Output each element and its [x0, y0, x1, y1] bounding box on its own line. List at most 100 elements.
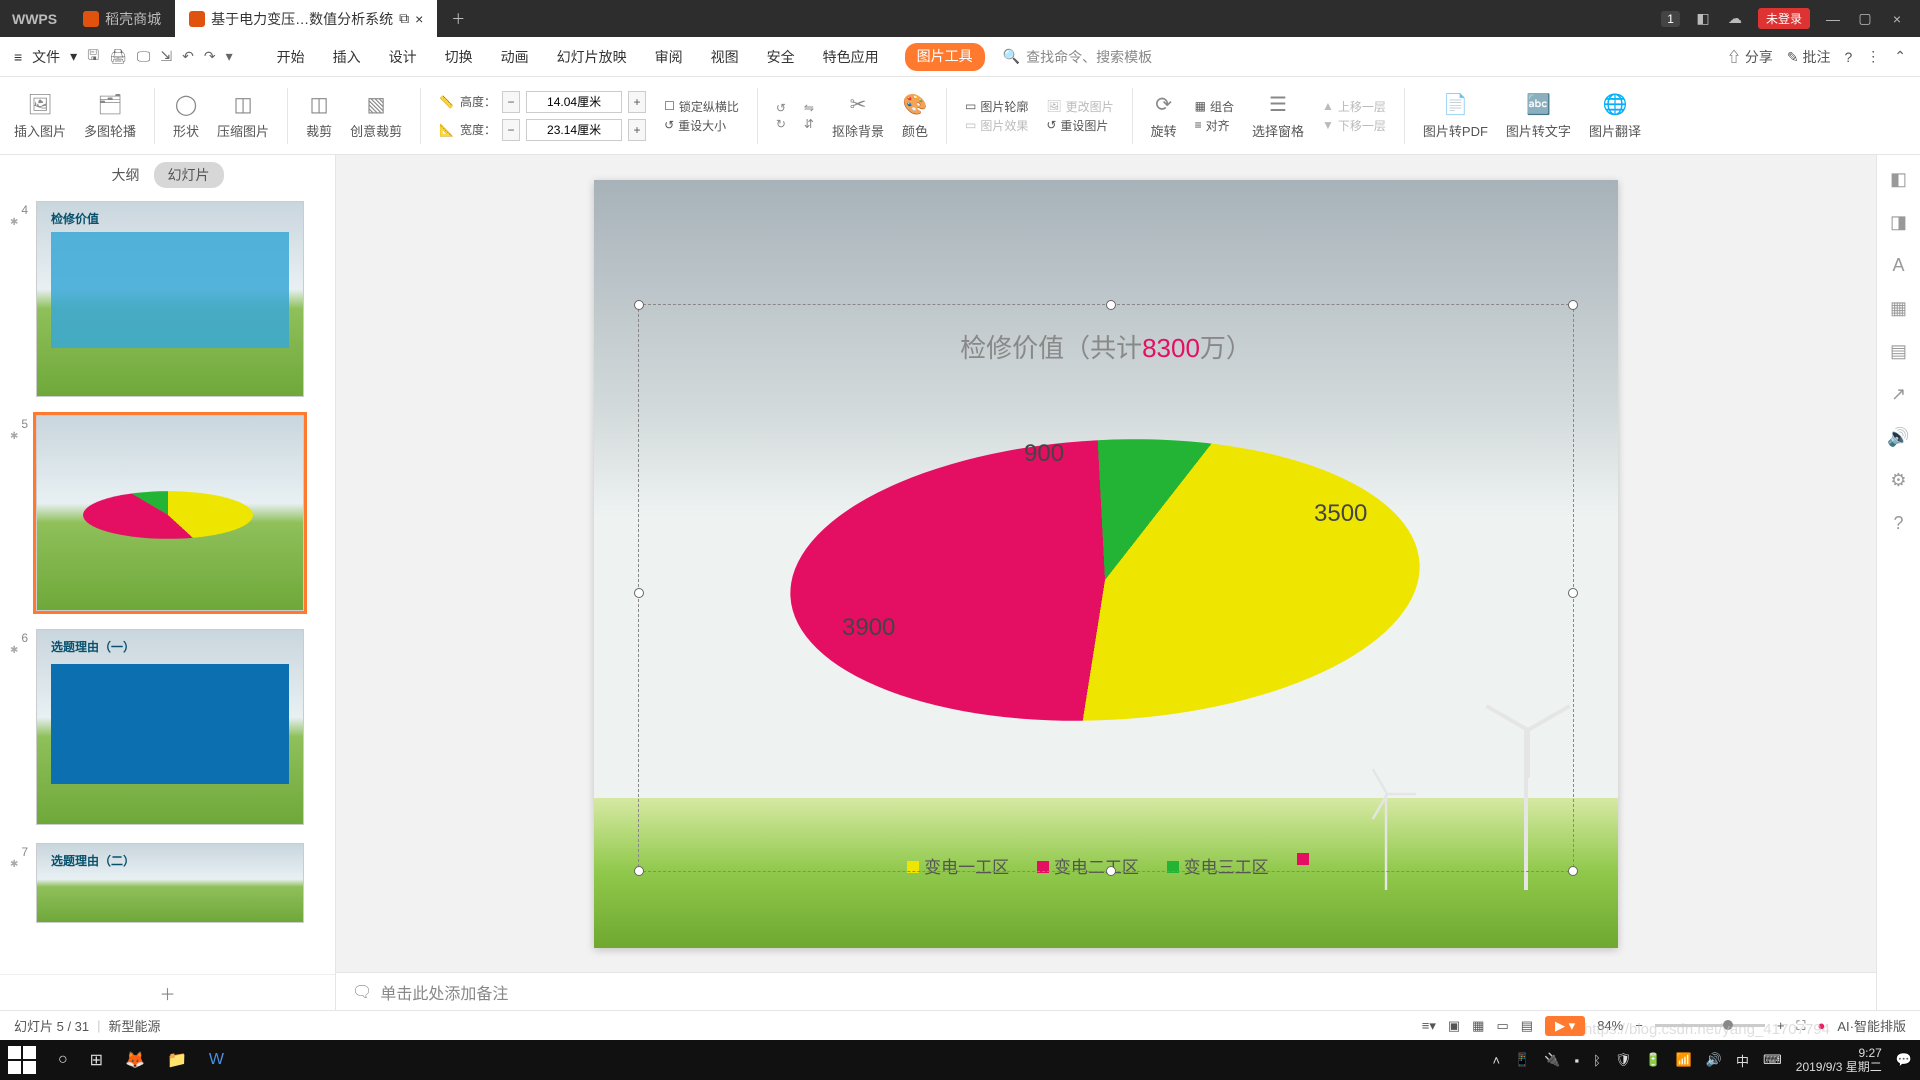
minimize-icon[interactable]: —	[1824, 11, 1842, 27]
cloud-icon[interactable]: ☁	[1726, 10, 1744, 27]
redo-icon[interactable]: ↷	[204, 48, 216, 65]
width-input[interactable]	[526, 119, 622, 141]
print-icon[interactable]: 🖨	[109, 48, 127, 65]
close-icon[interactable]: ×	[1888, 11, 1906, 27]
tray-bluetooth-icon[interactable]: ᛒ	[1593, 1053, 1601, 1068]
outline-tab[interactable]: 大纲	[112, 165, 140, 185]
tray-shield-icon[interactable]: 🛡	[1615, 1052, 1632, 1068]
undo-icon[interactable]: ↶	[182, 48, 194, 65]
tab-featured[interactable]: 特色应用	[821, 43, 881, 71]
skin-icon[interactable]: ◧	[1694, 10, 1712, 27]
maximize-icon[interactable]: ▢	[1856, 10, 1874, 27]
transition-icon[interactable]: ◨	[1890, 212, 1907, 233]
select-pane-button[interactable]: ☰选择窗格	[1252, 92, 1304, 140]
tab-popout-icon[interactable]: ⧉	[399, 10, 409, 27]
tab-transition[interactable]: 切换	[443, 43, 475, 71]
height-input[interactable]	[526, 91, 622, 113]
flip-h-icon[interactable]: ⇋	[804, 101, 814, 115]
height-inc[interactable]: +	[628, 91, 646, 113]
template-icon[interactable]: ▤	[1890, 341, 1907, 362]
login-button[interactable]: 未登录	[1758, 8, 1810, 29]
tray-volume-icon[interactable]: 🔊	[1706, 1052, 1722, 1068]
wps-taskbar-icon[interactable]: W	[209, 1051, 224, 1069]
align-button[interactable]: ≡对齐	[1195, 117, 1234, 134]
compress-button[interactable]: ◫压缩图片	[217, 92, 269, 140]
add-slide-button[interactable]: ＋	[0, 974, 335, 1010]
zoom-value[interactable]: 84%	[1597, 1018, 1623, 1033]
rotate-right-icon[interactable]: ↻	[776, 117, 786, 131]
slide-thumb-6[interactable]: 6✱ 选题理由（一）	[10, 629, 335, 825]
notifications-icon[interactable]: 💬	[1896, 1052, 1912, 1068]
width-dec[interactable]: −	[502, 119, 520, 141]
selection-frame[interactable]	[638, 304, 1574, 872]
explorer-icon[interactable]: 📁	[167, 1050, 187, 1070]
cortana-icon[interactable]: ○	[58, 1051, 68, 1069]
pic-outline-button[interactable]: ▭图片轮廓	[965, 98, 1028, 115]
color-button[interactable]: 🎨颜色	[902, 92, 928, 140]
text-icon[interactable]: A	[1892, 255, 1904, 276]
tab-view[interactable]: 视图	[709, 43, 741, 71]
zoom-slider[interactable]	[1655, 1024, 1765, 1027]
remove-bg-button[interactable]: ✂抠除背景	[832, 92, 884, 140]
grid-icon[interactable]: ▦	[1890, 298, 1907, 319]
chevron-down-icon[interactable]: ▾	[70, 48, 77, 65]
tab-design[interactable]: 设计	[387, 43, 419, 71]
flip-v-icon[interactable]: ⇵	[804, 117, 814, 131]
tab-picture-tools[interactable]: 图片工具	[905, 43, 985, 71]
help-icon[interactable]: ?	[1844, 49, 1852, 65]
tab-security[interactable]: 安全	[765, 43, 797, 71]
reading-view-icon[interactable]: ▭	[1496, 1018, 1508, 1034]
zoom-out-button[interactable]: −	[1635, 1018, 1643, 1033]
ai-layout-button[interactable]: AI·智能排版	[1837, 1016, 1906, 1035]
normal-view-icon[interactable]: ▣	[1448, 1018, 1460, 1034]
rotate-left-icon[interactable]: ↺	[776, 101, 786, 115]
save-icon[interactable]: 🖫	[87, 45, 99, 69]
pic-translate-button[interactable]: 🌐图片翻译	[1589, 92, 1641, 140]
tray-nvidia-icon[interactable]: ▪	[1574, 1053, 1579, 1068]
tray-wifi-icon[interactable]: 📶	[1676, 1052, 1692, 1068]
zoom-in-button[interactable]: +	[1777, 1018, 1785, 1033]
multi-carousel-button[interactable]: 🗂多图轮播	[84, 92, 136, 140]
width-inc[interactable]: +	[628, 119, 646, 141]
tray-ime-icon[interactable]: 中	[1736, 1051, 1749, 1070]
slide-thumb-5[interactable]: 5✱	[10, 415, 335, 611]
clock[interactable]: 9:27 2019/9/3 星期二	[1796, 1046, 1882, 1075]
crop-button[interactable]: ◫裁剪	[306, 92, 332, 140]
fit-button[interactable]: ⛶	[1796, 1018, 1805, 1034]
reset-pic-button[interactable]: ↺重设图片	[1046, 117, 1113, 134]
app-logo[interactable]: W WPS	[0, 11, 69, 27]
kebab-icon[interactable]: ⋮	[1866, 48, 1880, 65]
command-search[interactable]: 🔍 查找命令、搜索模板	[1003, 47, 1152, 67]
notes-pane[interactable]: 🗨 单击此处添加备注	[336, 972, 1876, 1010]
start-button[interactable]	[8, 1046, 36, 1074]
preview-icon[interactable]: 🖵	[137, 48, 151, 65]
taskview-icon[interactable]: ⊞	[90, 1050, 103, 1070]
tab-start[interactable]: 开始	[275, 43, 307, 71]
slide-canvas[interactable]: 检修价值（共计8300万） 3500 3900 900 变电一工区 变电二工区 …	[336, 155, 1876, 972]
question-icon[interactable]: ?	[1893, 513, 1903, 534]
tab-document[interactable]: 基于电力变压…数值分析系统⧉×	[175, 0, 437, 37]
sound-icon[interactable]: 🔊	[1887, 427, 1909, 448]
reset-size-button[interactable]: ↺重设大小	[664, 117, 739, 134]
slides-tab[interactable]: 幻灯片	[154, 162, 224, 188]
file-menu[interactable]: 文件	[32, 47, 60, 67]
tab-store[interactable]: 稻壳商城	[69, 0, 175, 37]
tab-close-icon[interactable]: ×	[415, 11, 423, 27]
design-icon[interactable]: ◧	[1890, 169, 1907, 190]
tab-review[interactable]: 审阅	[653, 43, 685, 71]
export-icon[interactable]: ⇲	[160, 48, 172, 65]
new-tab-button[interactable]: ＋	[437, 0, 479, 37]
page-indicator[interactable]: 幻灯片 5 / 31	[14, 1016, 89, 1035]
tray-up-icon[interactable]: ˄	[1493, 1053, 1501, 1068]
tab-slideshow[interactable]: 幻灯片放映	[555, 43, 629, 71]
export-icon[interactable]: ↗	[1891, 384, 1906, 405]
play-button[interactable]: ▶ ▾	[1545, 1016, 1585, 1036]
height-dec[interactable]: −	[502, 91, 520, 113]
qat-dropdown-icon[interactable]: ▾	[226, 48, 233, 65]
badge-count[interactable]: 1	[1661, 11, 1680, 27]
sorter-view-icon[interactable]: ▦	[1472, 1018, 1484, 1034]
tab-animation[interactable]: 动画	[499, 43, 531, 71]
rotate-button[interactable]: ⟳旋转	[1151, 92, 1177, 140]
collapse-ribbon-icon[interactable]: ⌃	[1894, 48, 1906, 65]
menu-icon[interactable]: ≡	[14, 49, 22, 65]
